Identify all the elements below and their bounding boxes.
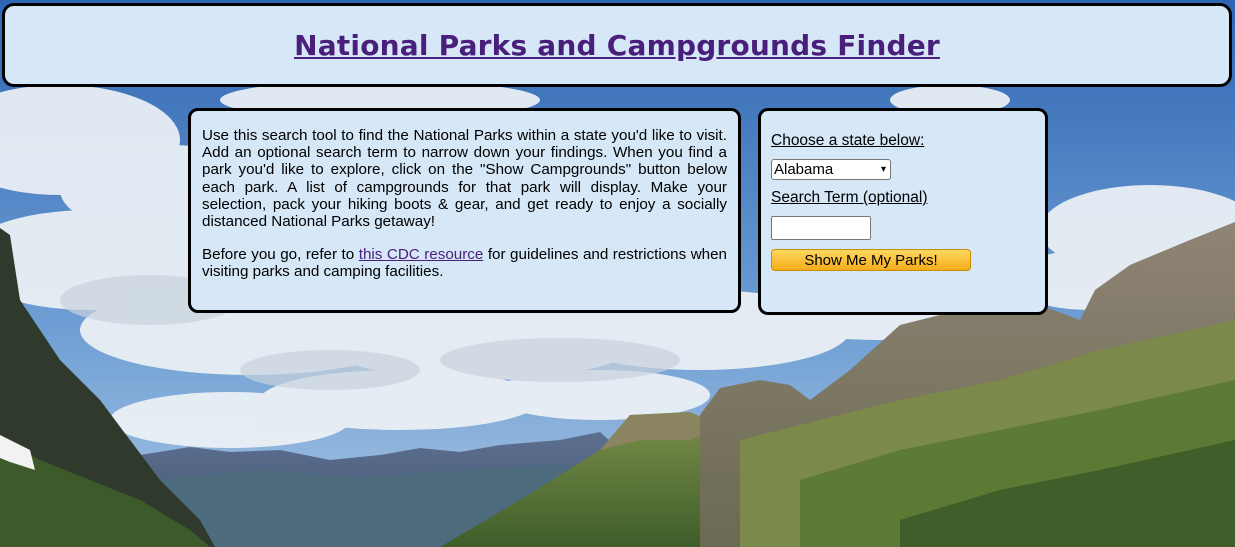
intro-paragraph: Use this search tool to find the Nationa… <box>202 127 727 231</box>
chevron-down-icon: ▾ <box>880 164 886 175</box>
cdc-text-before: Before you go, refer to <box>202 246 359 264</box>
cdc-resource-link[interactable]: this CDC resource <box>359 246 484 263</box>
cdc-paragraph: Before you go, refer to this CDC resourc… <box>202 246 727 280</box>
state-label: Choose a state below: <box>771 132 925 149</box>
search-term-input[interactable] <box>771 216 871 240</box>
show-parks-button[interactable]: Show Me My Parks! <box>771 249 971 271</box>
info-panel: Use this search tool to find the Nationa… <box>188 108 741 313</box>
state-select-value: Alabama <box>774 161 834 178</box>
page-title-link[interactable]: National Parks and Campgrounds Finder <box>294 29 940 62</box>
search-panel: Choose a state below: Alabama ▾ Search T… <box>758 108 1048 315</box>
search-term-label: Search Term (optional) <box>771 189 928 206</box>
state-select[interactable]: Alabama ▾ <box>771 159 891 180</box>
page-header: National Parks and Campgrounds Finder <box>2 3 1232 87</box>
